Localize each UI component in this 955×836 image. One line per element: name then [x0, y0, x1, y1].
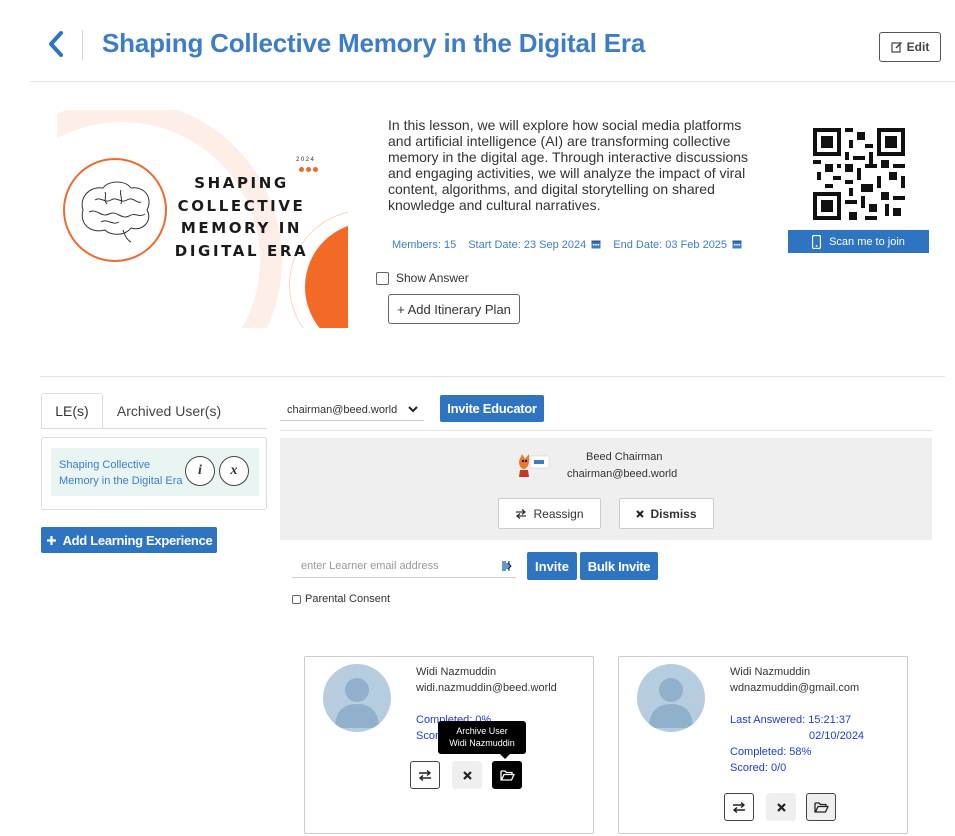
chevron-down-icon — [408, 406, 418, 413]
bulk-invite-button[interactable]: Bulk Invite — [580, 552, 658, 580]
add-le-label: Add Learning Experience — [62, 532, 213, 548]
header-divider — [82, 30, 83, 60]
back-button[interactable] — [44, 28, 68, 60]
tooltip-line: Widi Nazmuddin — [449, 738, 515, 748]
archive-user-tooltip: Archive User Widi Nazmuddin — [438, 721, 526, 759]
members-count: Members: 15 — [392, 239, 457, 251]
educator-avatar — [519, 454, 550, 477]
educator-select-value: chairman@beed.world — [287, 403, 398, 416]
show-answer-toggle[interactable]: Show Answer — [376, 271, 469, 285]
folder-open-icon — [499, 770, 515, 781]
learner-name: Widi Nazmuddin — [730, 666, 811, 678]
swap-icon — [516, 508, 527, 519]
list-item[interactable]: Shaping Collective Memory in the Digital… — [51, 448, 259, 496]
invite-button[interactable]: Invite — [527, 552, 577, 580]
edit-button[interactable]: Edit — [879, 32, 941, 62]
archive-learner-button[interactable] — [492, 761, 522, 789]
reassign-button[interactable]: Reassign — [498, 498, 601, 529]
section-divider — [40, 376, 945, 377]
learner-scored: Scored: 0/0 — [730, 762, 787, 774]
tooltip-line: Archive User — [456, 726, 508, 736]
le-list: Shaping Collective Memory in the Digital… — [41, 437, 267, 510]
end-date: End Date: 03 Feb 2025 — [613, 239, 742, 251]
start-date-text: Start Date: 23 Sep 2024 — [468, 239, 587, 251]
barcode-scan-icon[interactable] — [502, 560, 512, 572]
tab-underline — [41, 428, 267, 429]
scan-label: Scan me to join — [829, 235, 905, 248]
scan-to-join-button[interactable]: Scan me to join — [788, 230, 929, 253]
chevron-left-icon — [49, 31, 63, 57]
info-button[interactable]: i — [185, 456, 215, 486]
le-item-label[interactable]: Shaping Collective Memory in the Digital… — [59, 457, 189, 489]
add-learning-experience-button[interactable]: Add Learning Experience — [41, 527, 217, 553]
avatar — [637, 664, 705, 732]
banner-title-line: MEMORY IN — [180, 219, 303, 237]
show-answer-checkbox[interactable] — [376, 271, 389, 285]
brain-icon — [81, 181, 150, 243]
banner-title-line: DIGITAL ERA — [174, 241, 309, 260]
educator-email: chairman@beed.world — [567, 468, 678, 480]
add-itinerary-button[interactable]: + Add Itinerary Plan — [388, 294, 520, 324]
tab-archived-users[interactable]: Archived User(s) — [108, 393, 230, 429]
invite-educator-button[interactable]: Invite Educator — [440, 395, 544, 422]
remove-learner-button[interactable] — [766, 793, 796, 821]
reassign-learner-button[interactable] — [724, 793, 754, 821]
calendar-icon — [732, 240, 742, 249]
remove-learner-button[interactable] — [452, 761, 482, 789]
dismiss-button[interactable]: Dismiss — [619, 498, 714, 529]
lesson-meta: Members: 15 Start Date: 23 Sep 2024 End … — [392, 239, 742, 251]
close-icon — [636, 509, 645, 518]
panel-divider — [280, 430, 932, 431]
phone-icon — [812, 234, 822, 249]
learner-name: Widi Nazmuddin — [416, 666, 497, 678]
remove-button[interactable]: x — [219, 456, 249, 486]
edit-icon — [891, 41, 902, 53]
lesson-banner-image: 2024 SHAPING COLLECTIVE MEMORY IN DIGITA… — [57, 110, 348, 328]
learner-completed: Completed: 58% — [730, 746, 812, 758]
parental-consent-label: Parental Consent — [305, 593, 390, 605]
archive-learner-button[interactable] — [806, 793, 836, 821]
end-date-text: End Date: 03 Feb 2025 — [613, 239, 728, 251]
start-date: Start Date: 23 Sep 2024 — [468, 239, 601, 251]
dismiss-label: Dismiss — [650, 506, 697, 521]
avatar — [323, 664, 391, 732]
educator-select[interactable]: chairman@beed.world — [280, 399, 424, 421]
plus-icon — [46, 535, 56, 545]
show-answer-label: Show Answer — [396, 271, 469, 285]
educator-panel: Beed Chairman chairman@beed.world Reassi… — [280, 438, 932, 540]
page-title: Shaping Collective Memory in the Digital… — [102, 28, 646, 58]
learner-email: widi.nazmuddin@beed.world — [416, 682, 557, 694]
banner-title-line: COLLECTIVE — [177, 196, 306, 215]
educator-name: Beed Chairman — [586, 451, 663, 463]
calendar-icon — [591, 240, 601, 249]
learner-last-answered-date: 02/10/2024 — [809, 730, 865, 742]
learner-last-answered: Last Answered: 15:21:37 — [730, 714, 852, 726]
tab-le[interactable]: LE(s) — [41, 393, 103, 429]
learner-email-input[interactable]: enter Learner email address — [292, 554, 516, 578]
folder-open-icon — [813, 802, 829, 813]
user-placeholder-icon — [335, 678, 379, 728]
close-icon — [776, 802, 786, 812]
parental-consent-checkbox[interactable] — [292, 594, 301, 604]
edit-label: Edit — [906, 40, 930, 54]
swap-icon — [732, 801, 746, 813]
reassign-learner-button[interactable] — [410, 761, 440, 789]
reassign-label: Reassign — [533, 506, 584, 521]
banner-year: 2024 — [296, 157, 316, 163]
user-placeholder-icon — [649, 678, 693, 728]
lesson-description: In this lesson, we will explore how soci… — [388, 117, 749, 213]
qr-code — [813, 128, 905, 220]
banner-title: SHAPING COLLECTIVE MEMORY IN DIGITAL ERA — [169, 172, 314, 262]
learner-card: Widi Nazmuddin wdnazmuddin@gmail.com Las… — [618, 656, 908, 834]
brain-logo — [63, 158, 167, 262]
learner-email-placeholder: enter Learner email address — [301, 559, 439, 572]
page-header: Shaping Collective Memory in the Digital… — [30, 0, 955, 82]
close-icon — [462, 770, 472, 780]
learner-email: wdnazmuddin@gmail.com — [730, 682, 860, 694]
swap-icon — [418, 769, 432, 781]
parental-consent-toggle[interactable]: Parental Consent — [292, 593, 390, 605]
banner-title-line: SHAPING — [194, 174, 289, 192]
